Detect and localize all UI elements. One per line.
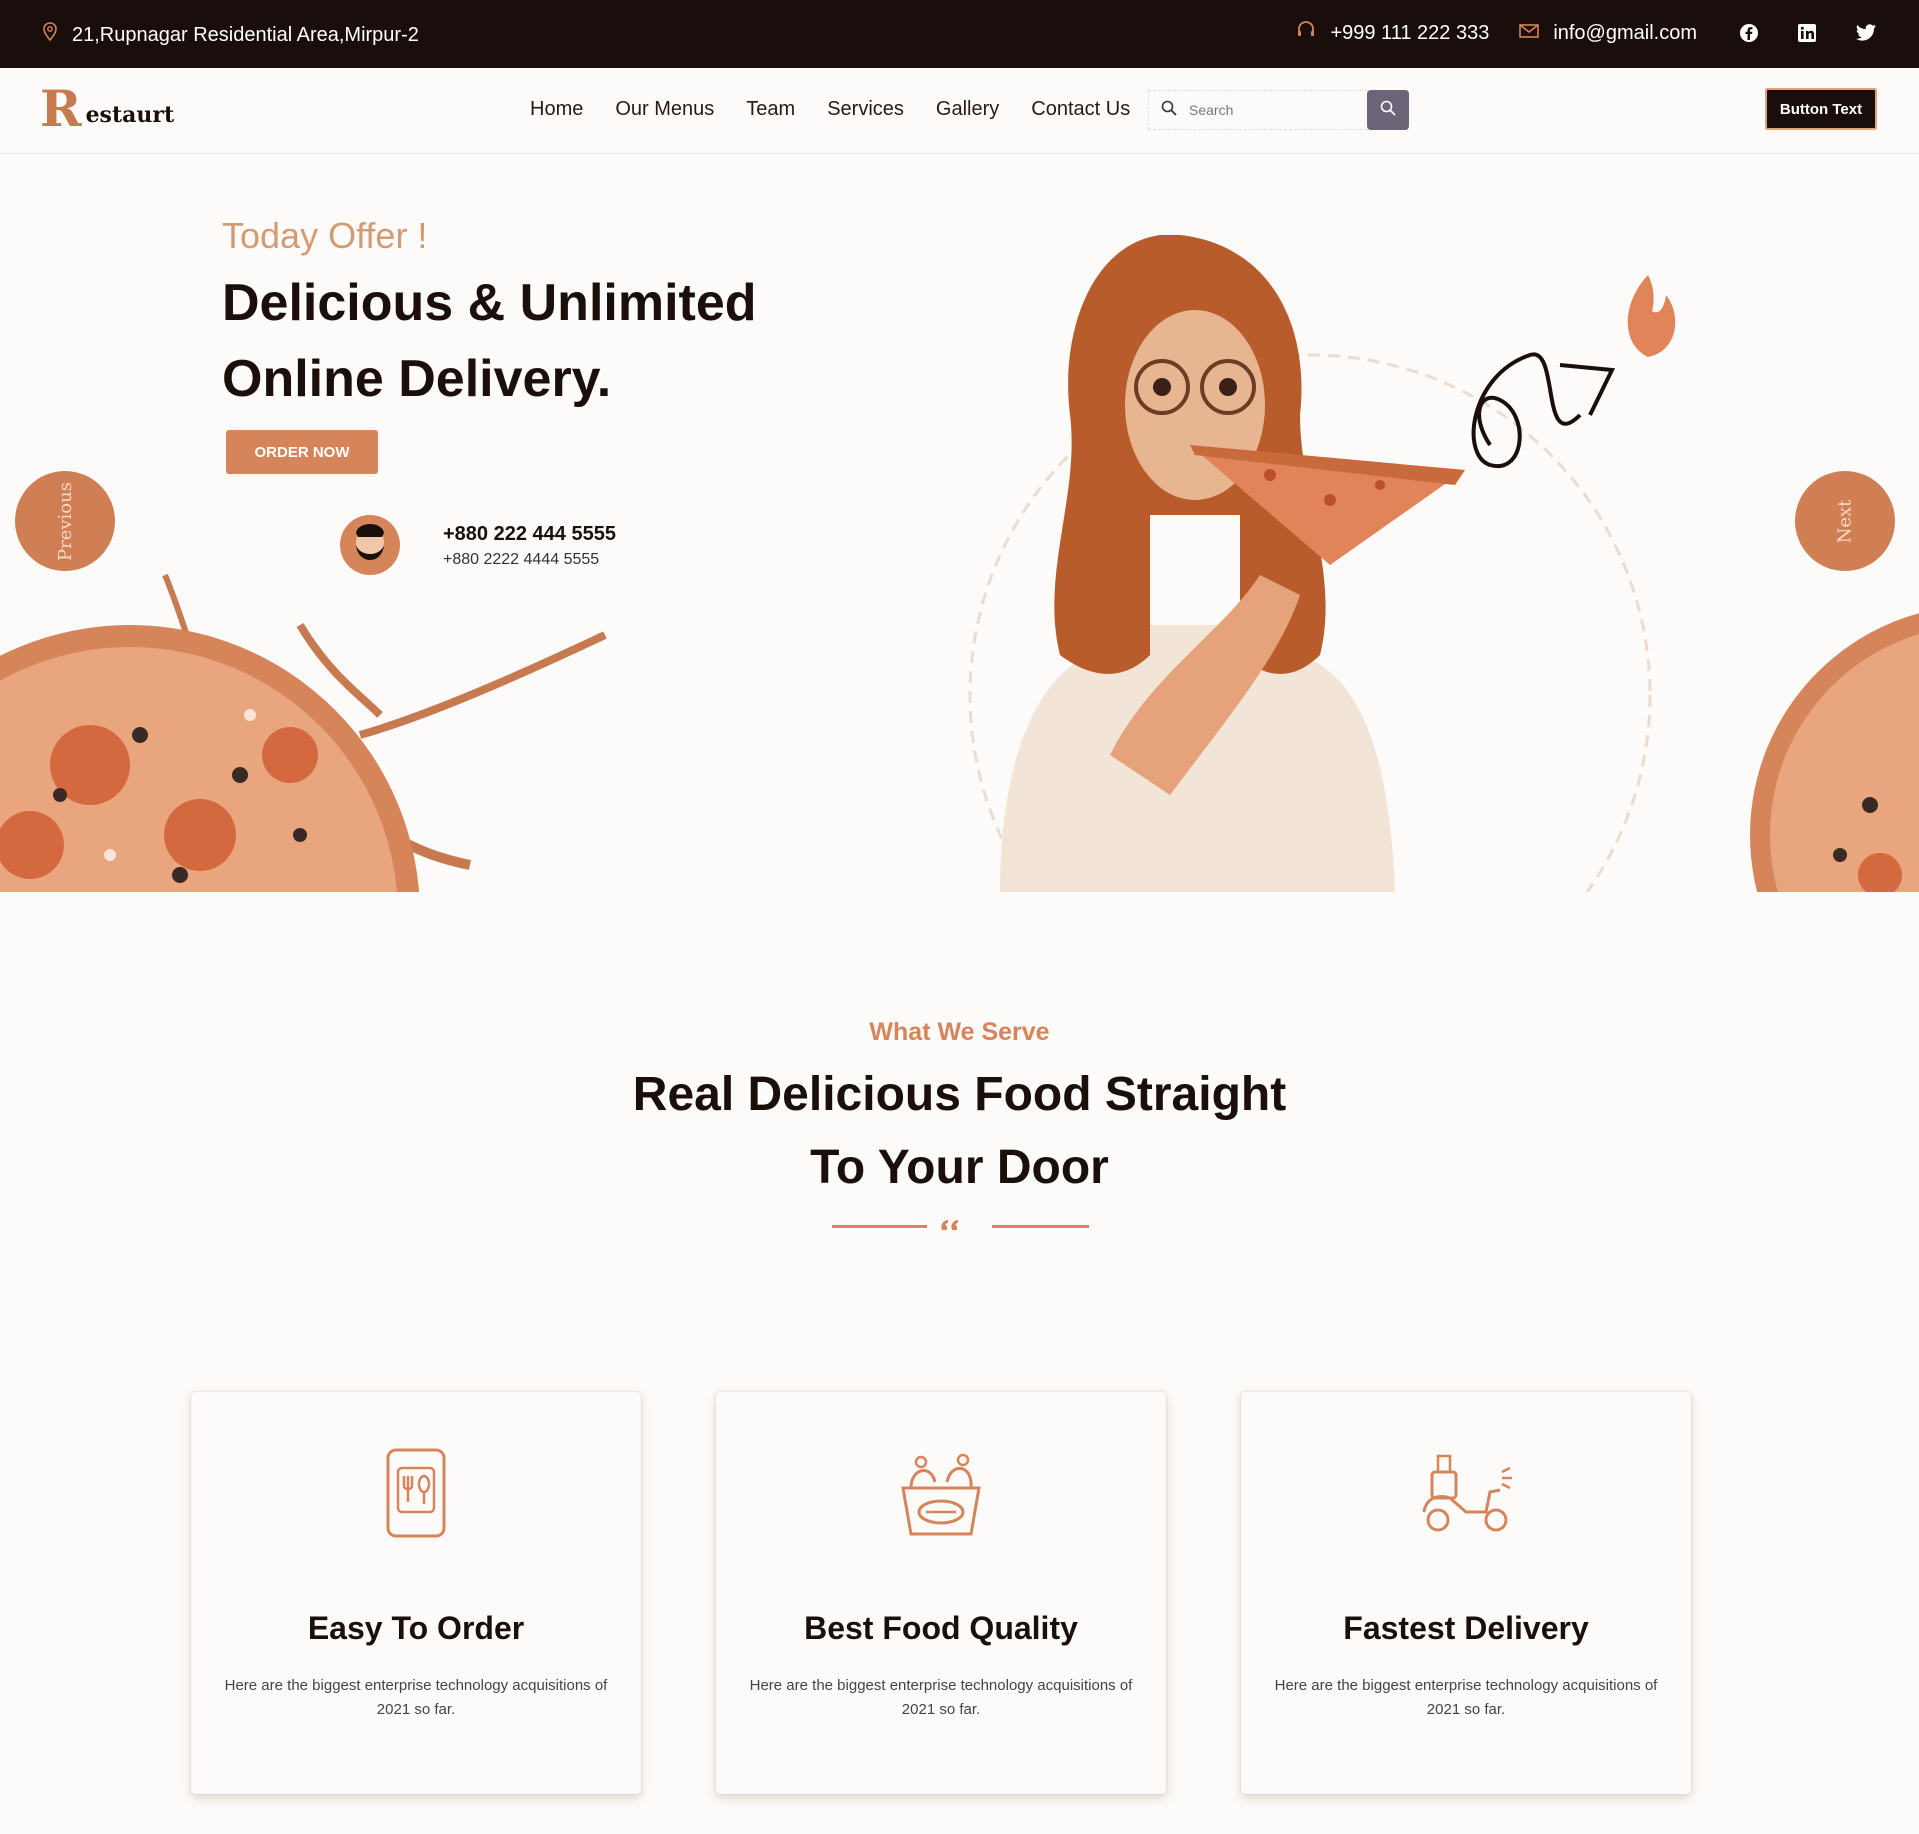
menu-item-home[interactable]: Home: [530, 98, 583, 121]
header-cta-button[interactable]: Button Text: [1765, 88, 1877, 130]
phone-text: +999 111 222 333: [1330, 21, 1490, 44]
section-title: Real Delicious Food Straight To Your Doo…: [0, 1058, 1919, 1204]
phone-contact[interactable]: +999 111 222 333: [1296, 20, 1489, 46]
logo-letter: R: [40, 79, 82, 138]
phone-order-icon: [366, 1442, 466, 1542]
social-links: [1739, 23, 1877, 43]
feature-description: Here are the biggest enterprise technolo…: [749, 1677, 1133, 1718]
menu-item-team[interactable]: Team: [746, 98, 795, 121]
menu-item-services[interactable]: Services: [827, 98, 904, 121]
quote-divider: [832, 1220, 1089, 1230]
section-subtitle: What We Serve: [869, 1018, 1050, 1046]
twitter-icon[interactable]: [1855, 24, 1877, 42]
email-contact[interactable]: info@gmail.com: [1519, 22, 1697, 45]
feature-card-fastest-delivery: Fastest Delivery Here are the biggest en…: [1241, 1392, 1691, 1794]
facebook-icon[interactable]: [1739, 23, 1759, 43]
avatar: [338, 513, 402, 577]
feature-description: Here are the biggest enterprise technolo…: [1274, 1677, 1658, 1718]
next-label: Next: [1834, 499, 1856, 543]
order-now-button[interactable]: ORDER NOW: [226, 430, 378, 474]
linkedin-icon[interactable]: [1797, 23, 1817, 43]
feature-title: Fastest Delivery: [1343, 1610, 1589, 1646]
delivery-scooter-icon: [1416, 1442, 1516, 1542]
top-bar: 21,Rupnagar Residential Area,Mirpur-2 +9…: [0, 0, 1919, 68]
previous-label: Previous: [54, 481, 76, 561]
food-basket-icon: [891, 1442, 991, 1542]
hero-phone-primary: +880 222 444 5555: [443, 523, 616, 545]
feature-description: Here are the biggest enterprise technolo…: [224, 1677, 608, 1718]
search-icon: [1161, 100, 1177, 121]
logo[interactable]: R estaurt: [40, 84, 174, 134]
hero-phone-secondary: +880 2222 4444 5555: [443, 551, 600, 568]
address: 21,Rupnagar Residential Area,Mirpur-2: [42, 22, 419, 48]
feature-card-easy-order: Easy To Order Here are the biggest enter…: [191, 1392, 641, 1794]
email-text: info@gmail.com: [1553, 21, 1697, 44]
menu-item-gallery[interactable]: Gallery: [936, 98, 999, 121]
hero-offer-text: Today Offer !: [222, 215, 428, 256]
search-button[interactable]: [1367, 90, 1409, 130]
section-title-line-1: Real Delicious Food Straight: [632, 1068, 1287, 1121]
menu-item-contact-us[interactable]: Contact Us: [1031, 98, 1130, 121]
feature-title: Best Food Quality: [804, 1610, 1078, 1646]
previous-slide-button[interactable]: Previous: [15, 471, 115, 571]
headset-icon: [1296, 20, 1316, 46]
section-title-line-2: To Your Door: [810, 1141, 1109, 1194]
feature-card-best-quality: Best Food Quality Here are the biggest e…: [716, 1392, 1166, 1794]
menu-item-our-menus[interactable]: Our Menus: [615, 98, 714, 121]
location-pin-icon: [42, 22, 58, 48]
mail-icon: [1519, 22, 1540, 45]
feature-title: Easy To Order: [307, 1610, 525, 1646]
hero-headline-line-1: Delicious & Unlimited: [222, 274, 757, 332]
search-placeholder: Search: [1189, 102, 1234, 118]
search-icon: [1380, 100, 1396, 121]
hero-section: Today Offer ! Delicious & Unlimited Onli…: [0, 155, 1919, 892]
next-slide-button[interactable]: Next: [1795, 471, 1895, 571]
address-text: 21,Rupnagar Residential Area,Mirpur-2: [72, 23, 419, 46]
hero-headline: Delicious & Unlimited Online Delivery.: [222, 265, 757, 417]
logo-text: estaurt: [85, 102, 175, 128]
menu: Home Our Menus Team Services Gallery Con…: [530, 98, 1130, 121]
main-nav: R estaurt Home Our Menus Team Services G…: [0, 68, 1919, 154]
hero-headline-line-2: Online Delivery.: [222, 350, 612, 408]
